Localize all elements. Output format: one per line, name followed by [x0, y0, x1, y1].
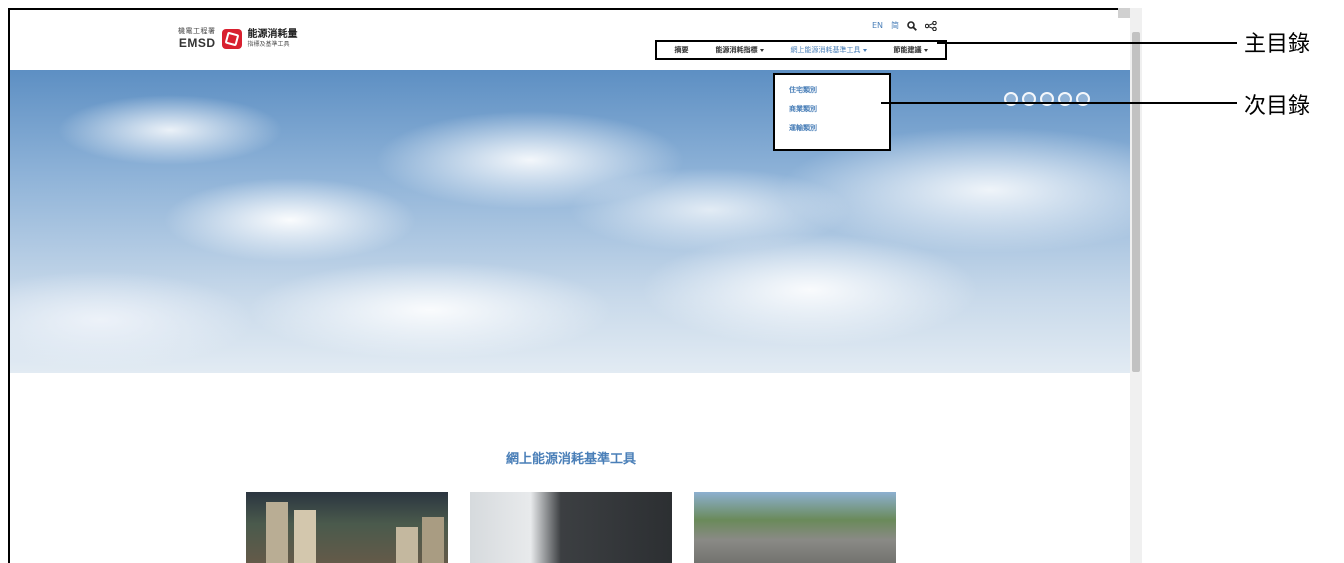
- transport-thumbnail[interactable]: [694, 492, 896, 563]
- logo-emsd-text: EMSD: [178, 36, 216, 50]
- submenu-item-commercial[interactable]: 商業類別: [789, 100, 889, 119]
- hero-banner: [10, 70, 1132, 373]
- nav-summary[interactable]: 摘要: [675, 45, 689, 55]
- logo-subtitle: 指標及基準工具: [247, 40, 290, 48]
- logo-title: 能源消耗量: [247, 28, 298, 40]
- commercial-thumbnail[interactable]: [470, 492, 672, 563]
- nav-summary-label: 摘要: [674, 46, 689, 54]
- nav-energy-indicators-label: 能源消耗指標: [715, 46, 758, 54]
- nav-benchmarking-tool-label: 網上能源消耗基準工具: [790, 46, 861, 54]
- nav-energy-saving-tips-label: 節能建議: [893, 46, 922, 54]
- main-nav: 摘要 能源消耗指標 網上能源消耗基準工具 節能建議: [655, 40, 947, 60]
- submenu-item-transport[interactable]: 運輸類別: [789, 119, 889, 138]
- logo-dept-text: 機電工程署: [178, 27, 216, 35]
- submenu-callout-label: 次目錄: [1244, 94, 1311, 119]
- chevron-down-icon: [862, 48, 867, 52]
- chevron-down-icon: [923, 48, 928, 52]
- scrollbar[interactable]: [1130, 8, 1142, 563]
- main-menu-callout-label: 主目錄: [1244, 32, 1311, 57]
- section-title: 網上能源消耗基準工具: [505, 452, 636, 467]
- residential-thumbnail[interactable]: [246, 492, 448, 563]
- main-menu-callout-line: [937, 42, 1237, 44]
- site-logo[interactable]: 機電工程署 EMSD 能源消耗量 指標及基準工具: [178, 27, 298, 50]
- nav-energy-saving-tips[interactable]: 節能建議: [894, 45, 928, 55]
- nav-benchmarking-tool[interactable]: 網上能源消耗基準工具: [791, 45, 867, 55]
- nav-energy-indicators[interactable]: 能源消耗指標: [716, 45, 764, 55]
- search-icon[interactable]: [907, 20, 917, 31]
- scrollbar-thumb[interactable]: [1132, 32, 1140, 372]
- submenu-item-residential[interactable]: 住宅類別: [789, 81, 889, 100]
- submenu-callout-line: [881, 102, 1237, 104]
- emsd-logo-icon: [221, 28, 242, 49]
- site-header: 機電工程署 EMSD 能源消耗量 指標及基準工具 EN 简 摘要 能源消耗指標 …: [10, 10, 1138, 72]
- share-icon[interactable]: [925, 20, 937, 31]
- dropdown-submenu: 住宅類別 商業類別 運輸類別: [773, 73, 891, 151]
- browser-frame: 機電工程署 EMSD 能源消耗量 指標及基準工具 EN 简 摘要 能源消耗指標 …: [8, 8, 1140, 563]
- lang-en-link[interactable]: EN: [872, 21, 883, 30]
- lang-sc-link[interactable]: 简: [891, 20, 899, 31]
- utility-bar: EN 简: [872, 20, 937, 31]
- chevron-down-icon: [759, 48, 764, 52]
